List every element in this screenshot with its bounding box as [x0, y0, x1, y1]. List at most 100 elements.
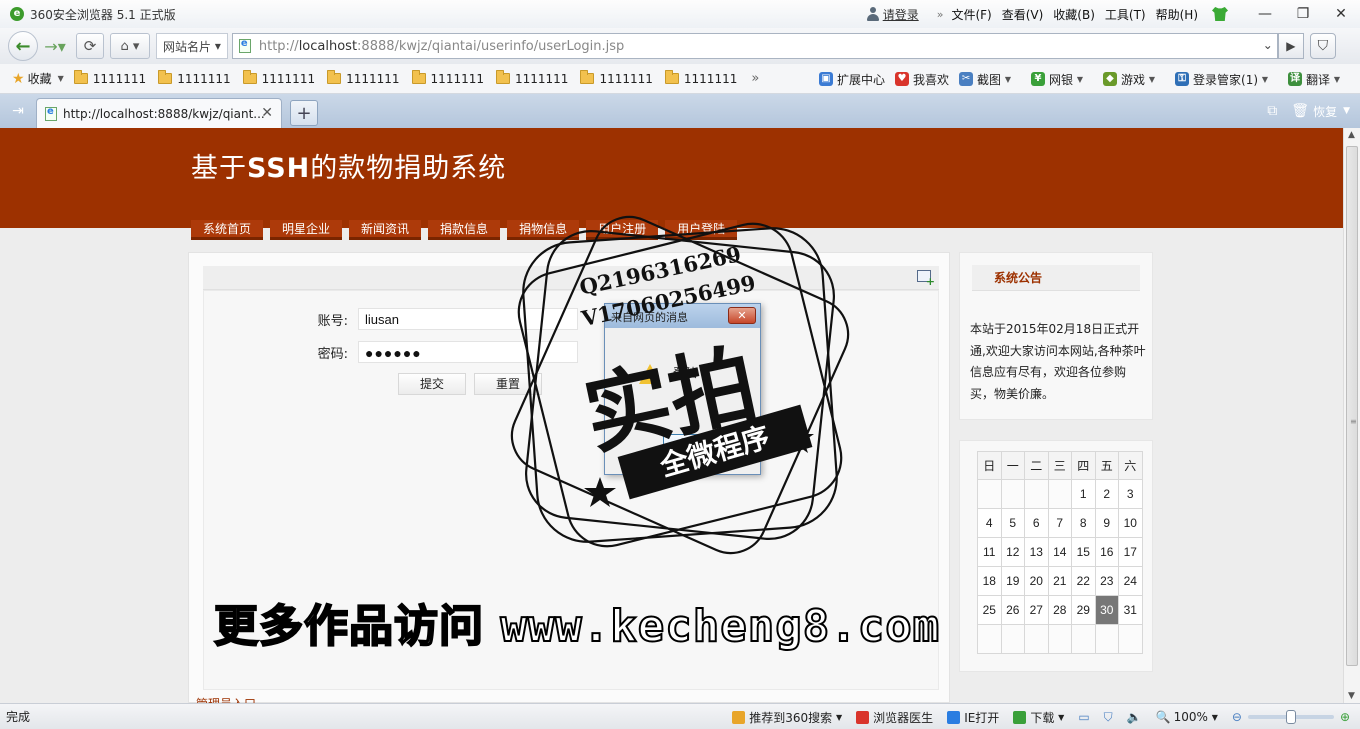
day-cell[interactable]: 15	[1071, 537, 1096, 567]
day-cell[interactable]: 4	[977, 508, 1002, 538]
day-cell[interactable]: 6	[1024, 508, 1049, 538]
day-cell[interactable]: 8	[1071, 508, 1096, 538]
password-input[interactable]: ●●●●●●	[358, 341, 578, 363]
url-text[interactable]: http://localhost:8888/kwjz/qiantai/useri…	[259, 39, 624, 54]
skin-shirt-icon[interactable]	[1212, 7, 1228, 21]
sidebar-toggle-icon[interactable]: ⇥	[0, 94, 36, 128]
day-cell[interactable]: 28	[1047, 595, 1072, 625]
submit-button[interactable]: 提交	[398, 373, 466, 395]
restore-dropdown-icon[interactable]: ▼	[1343, 106, 1350, 116]
browser-doctor-button[interactable]: 浏览器医生	[856, 709, 933, 726]
zoom-slider[interactable]	[1247, 710, 1334, 724]
day-cell-today[interactable]: 30	[1094, 595, 1119, 625]
security-shield-icon[interactable]: ⛉	[1309, 33, 1336, 59]
favorites-dropdown-icon[interactable]: ▼	[58, 74, 64, 83]
zoom-out-icon[interactable]: ⊖	[1232, 710, 1242, 724]
forward-button[interactable]: →▾	[42, 37, 68, 56]
day-cell[interactable]: 20	[1024, 566, 1049, 596]
my-likes-button[interactable]: ♥ 我喜欢	[895, 71, 949, 88]
nav-star-companies[interactable]: 明星企业	[270, 220, 343, 240]
day-cell[interactable]: 25	[977, 595, 1002, 625]
day-cell[interactable]: 9	[1094, 508, 1119, 538]
day-cell[interactable]: 27	[1024, 595, 1049, 625]
back-button[interactable]: ←	[8, 31, 38, 61]
recommend-search-button[interactable]: 推荐到360搜索 ▼	[732, 709, 842, 726]
admin-entry-link[interactable]: 管理员入口	[196, 695, 256, 703]
nav-donation-info[interactable]: 捐款信息	[428, 220, 501, 240]
menu-file[interactable]: 文件(F)	[951, 6, 991, 23]
nav-goods-info[interactable]: 捐物信息	[507, 220, 580, 240]
favorite-folder[interactable]: 1111111	[158, 70, 231, 86]
day-cell[interactable]: 3	[1118, 479, 1143, 509]
scroll-up-icon[interactable]: ▲	[1348, 130, 1355, 140]
reset-button[interactable]: 重置	[474, 373, 542, 395]
day-cell[interactable]: 5	[1000, 508, 1025, 538]
day-cell[interactable]: 23	[1094, 566, 1119, 596]
new-tab-button[interactable]: +	[290, 100, 318, 126]
nav-home[interactable]: 系统首页	[191, 220, 264, 240]
tab-close-icon[interactable]: ✕	[261, 105, 273, 121]
zoom-control[interactable]: 🔍 100% ▼	[1156, 710, 1218, 724]
panel-add-icon[interactable]	[917, 270, 935, 288]
shield-status-icon[interactable]: ⛉	[1104, 710, 1113, 725]
favorite-folder[interactable]: 1111111	[242, 70, 315, 86]
extension-center-button[interactable]: ▣ 扩展中心	[818, 71, 885, 88]
minimize-button[interactable]: —	[1246, 0, 1284, 28]
online-bank-button[interactable]: ¥ 网银 ▼	[1031, 71, 1093, 88]
restore-window-button[interactable]: ❐	[1284, 0, 1322, 28]
menu-favorites[interactable]: 收藏(B)	[1053, 6, 1095, 23]
nav-register[interactable]: 用户注册	[586, 220, 659, 240]
address-bar[interactable]: http://localhost:8888/kwjz/qiantai/useri…	[231, 33, 1278, 59]
day-cell[interactable]: 26	[1000, 595, 1025, 625]
scroll-down-icon[interactable]: ▼	[1348, 691, 1355, 701]
screenshot-button[interactable]: ✂ 截图 ▼	[959, 71, 1021, 88]
day-cell[interactable]: 19	[1000, 566, 1025, 596]
tab-active[interactable]: http://localhost:8888/kwjz/qiant... ✕	[36, 98, 282, 128]
day-cell[interactable]: 11	[977, 537, 1002, 567]
trash-icon[interactable]: 🗑	[1291, 103, 1309, 119]
go-button[interactable]: ▶	[1277, 33, 1304, 59]
favorites-button[interactable]: 收藏	[28, 70, 52, 87]
day-cell[interactable]: 16	[1094, 537, 1119, 567]
menu-help[interactable]: 帮助(H)	[1156, 6, 1198, 23]
day-cell[interactable]: 7	[1047, 508, 1072, 538]
menu-view[interactable]: 查看(V)	[1002, 6, 1044, 23]
restore-tab-button[interactable]: 恢复	[1313, 103, 1337, 120]
window-tiles-icon[interactable]: ⧉	[1267, 103, 1277, 119]
day-cell[interactable]: 13	[1024, 537, 1049, 567]
day-cell[interactable]: 10	[1118, 508, 1143, 538]
window-mode-icon[interactable]: ▭	[1078, 710, 1089, 724]
vertical-scrollbar[interactable]: ▲ ≡ ▼	[1343, 128, 1360, 703]
favorite-folder[interactable]: 1111111	[664, 70, 737, 86]
volume-icon[interactable]: 🔈	[1127, 710, 1142, 724]
download-button[interactable]: 下载 ▼	[1013, 709, 1064, 726]
day-cell[interactable]: 18	[977, 566, 1002, 596]
favorite-folder[interactable]: 1111111	[327, 70, 400, 86]
day-cell[interactable]: 24	[1118, 566, 1143, 596]
translate-button[interactable]: 译翻译 ▼	[1288, 71, 1350, 88]
nav-login[interactable]: 用户登陆	[665, 220, 738, 240]
favorite-folder[interactable]: 1111111	[580, 70, 653, 86]
login-manager-button[interactable]: ⚿ 登录管家(1) ▼	[1175, 71, 1278, 88]
games-button[interactable]: ◆ 游戏 ▼	[1103, 71, 1165, 88]
day-cell[interactable]: 12	[1000, 537, 1025, 567]
day-cell[interactable]: 1	[1071, 479, 1096, 509]
close-window-button[interactable]: ✕	[1322, 0, 1360, 28]
account-input[interactable]: liusan	[358, 308, 578, 330]
day-cell[interactable]: 21	[1047, 566, 1072, 596]
zoom-in-icon[interactable]: ⊕	[1340, 710, 1350, 724]
scroll-thumb[interactable]: ≡	[1346, 146, 1358, 666]
day-cell[interactable]: 2	[1094, 479, 1119, 509]
site-name-dropdown[interactable]: 网站名片 ▾	[156, 33, 228, 59]
favorite-folder[interactable]: 1111111	[411, 70, 484, 86]
menu-tools[interactable]: 工具(T)	[1105, 6, 1146, 23]
day-cell[interactable]: 31	[1118, 595, 1143, 625]
day-cell[interactable]: 17	[1118, 537, 1143, 567]
day-cell[interactable]: 29	[1071, 595, 1096, 625]
day-cell[interactable]: 22	[1071, 566, 1096, 596]
favorite-folder[interactable]: 1111111	[73, 70, 146, 86]
ie-open-button[interactable]: IE打开	[947, 709, 999, 726]
day-cell[interactable]: 14	[1047, 537, 1072, 567]
home-button[interactable]: ⌂ ▾	[110, 33, 150, 59]
login-link[interactable]: 请登录	[866, 6, 919, 23]
